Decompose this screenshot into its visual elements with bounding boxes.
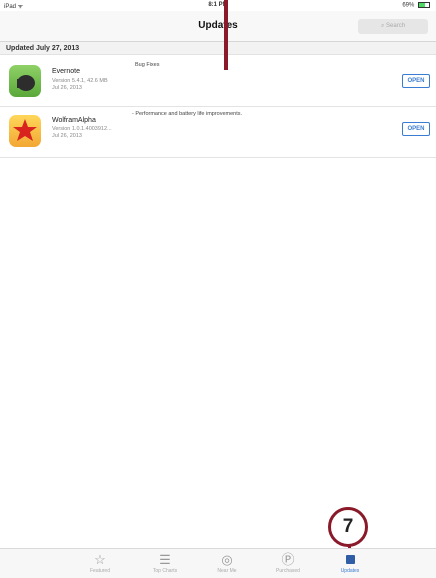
updates-icon — [320, 552, 380, 568]
tab-label: Featured — [89, 568, 110, 574]
search-input[interactable]: ⌕ Search — [358, 19, 428, 34]
app-name: Evernote — [52, 68, 81, 75]
tab-top-charts[interactable]: ☰ Top Charts — [135, 549, 195, 578]
search-icon: ⌕ — [380, 23, 385, 29]
list-icon: ☰ — [159, 552, 171, 567]
status-bar: iPad ᯤ 8:1 PM 69% — [0, 0, 436, 11]
open-button-evernote[interactable]: OPEN — [402, 74, 430, 88]
tab-label: Top Charts — [152, 568, 178, 574]
star-icon: ☆ — [94, 552, 106, 567]
open-button-wolframalpha[interactable]: OPEN — [402, 122, 430, 136]
evernote-app-icon[interactable] — [9, 65, 41, 97]
wolfram-star-icon — [13, 119, 37, 141]
purchased-icon: Ⓟ — [281, 552, 295, 567]
battery-indicator: 69% — [402, 2, 430, 9]
tab-label: Near Me — [217, 568, 237, 574]
app-version: Version 1.0.1.4003912... — [52, 126, 112, 132]
battery-icon — [418, 2, 430, 8]
app-row-evernote[interactable]: Evernote Version 5.4.1, 42.6 MB Jul 26, … — [0, 56, 436, 107]
callout-pointer-line — [224, 0, 228, 70]
wolframalpha-app-icon[interactable] — [9, 115, 41, 147]
tab-updates[interactable]: Updates — [320, 549, 380, 578]
status-time: 8:1 PM — [208, 2, 228, 8]
app-name: WolframAlpha — [52, 117, 96, 124]
release-note: - Performance and battery life improveme… — [132, 111, 243, 117]
release-note: Bug Fixes — [135, 62, 160, 68]
location-icon: ◎ — [221, 552, 233, 567]
tab-purchased[interactable]: Ⓟ Purchased — [258, 549, 318, 578]
tab-bar: ☆ Featured ☰ Top Charts ◎ Near Me Ⓟ Purc… — [0, 548, 436, 578]
app-row-wolframalpha[interactable]: WolframAlpha Version 1.0.1.4003912... Ju… — [0, 107, 436, 158]
search-placeholder: Search — [386, 23, 406, 29]
app-date: Jul 26, 2013 — [52, 85, 82, 91]
tab-label: Updates — [340, 568, 360, 574]
elephant-icon — [17, 75, 35, 91]
tab-label: Purchased — [276, 568, 300, 574]
tab-featured[interactable]: ☆ Featured — [70, 549, 130, 578]
section-date-header: Updated July 27, 2013 — [0, 42, 436, 55]
app-version: Version 5.4.1, 42.6 MB — [52, 78, 108, 84]
nav-bar: Updates ⌕ Search — [0, 11, 436, 42]
callout-number: 7 — [328, 507, 368, 547]
tab-near-me[interactable]: ◎ Near Me — [197, 549, 257, 578]
app-date: Jul 26, 2013 — [52, 133, 82, 139]
battery-percent: 69% — [402, 2, 415, 9]
